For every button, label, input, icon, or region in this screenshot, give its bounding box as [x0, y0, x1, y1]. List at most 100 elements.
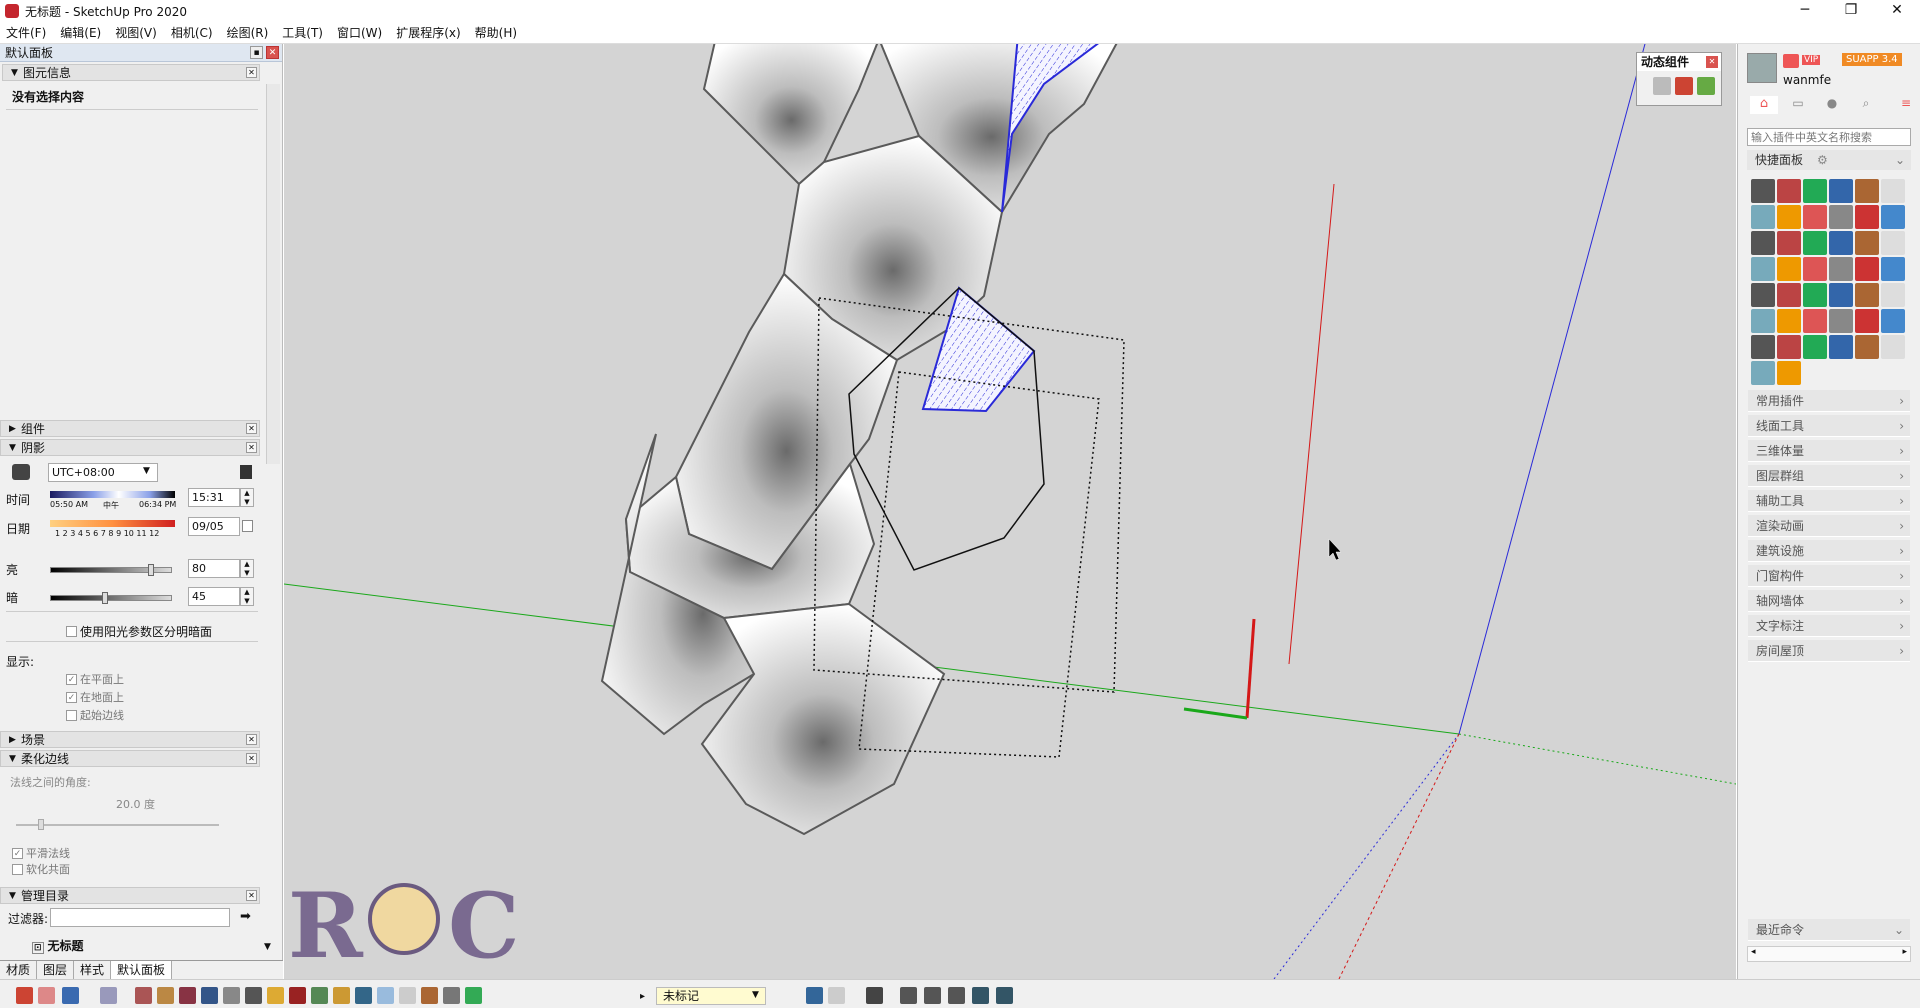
eraser-icon[interactable] [38, 987, 55, 1004]
section-close-icon[interactable]: ✕ [246, 753, 257, 764]
view-back-icon[interactable] [972, 987, 989, 1004]
components-header[interactable]: ▶ 组件 ✕ [0, 420, 260, 437]
dark-input[interactable]: 45 [188, 587, 240, 606]
category-grid-wall[interactable]: 轴网墙体 › [1748, 590, 1910, 612]
recent-commands-header[interactable]: 最近命令 ⌄ [1748, 919, 1910, 941]
menu-window[interactable]: 窗口(W) [337, 24, 382, 41]
view-left-icon[interactable] [996, 987, 1013, 1004]
sun-icon[interactable] [333, 987, 350, 1004]
dark-slider[interactable] [50, 595, 172, 601]
plugin-tool-icon[interactable] [1881, 283, 1905, 307]
menu-view[interactable]: 视图(V) [115, 24, 157, 41]
recent-scrollbar[interactable]: ◂ ▸ [1747, 946, 1911, 962]
section-close-icon[interactable]: ✕ [246, 67, 257, 78]
view-front-icon[interactable] [924, 987, 941, 1004]
plugin-tool-icon[interactable] [1751, 231, 1775, 255]
tape-measure-icon[interactable] [157, 987, 174, 1004]
component-options-icon[interactable] [1675, 77, 1693, 95]
tab-materials[interactable]: 材质 [0, 961, 38, 979]
tag-color-icon[interactable] [806, 987, 823, 1004]
select-tool-icon[interactable] [16, 987, 33, 1004]
smooth-normals-checkbox[interactable]: ✓ 平滑法线 [12, 845, 70, 861]
scroll-left-icon[interactable]: ◂ [1751, 947, 1756, 957]
time-input[interactable]: 15:31 [188, 488, 240, 507]
shadows-header[interactable]: ▼ 阴影 ✕ [0, 439, 260, 456]
pointer-icon[interactable] [377, 987, 394, 1004]
avatar[interactable] [1747, 53, 1777, 83]
menu-camera[interactable]: 相机(C) [171, 24, 213, 41]
dark-spinner[interactable]: ▲ ▼ [240, 587, 254, 606]
plugin-tool-icon[interactable] [1751, 335, 1775, 359]
plugin-tool-icon[interactable] [1829, 309, 1853, 333]
petal-tile[interactable] [700, 602, 946, 836]
message-icon[interactable] [1783, 54, 1799, 68]
plugin-tool-icon[interactable] [1855, 205, 1879, 229]
menu-file[interactable]: 文件(F) [6, 24, 46, 41]
plugin-tool-icon[interactable] [1855, 283, 1879, 307]
plugin-tool-icon[interactable] [1829, 231, 1853, 255]
plugin-tool-icon[interactable] [1829, 283, 1853, 307]
component-attributes-icon[interactable] [1697, 77, 1715, 95]
time-slider[interactable] [50, 491, 175, 498]
plugin-tool-icon[interactable] [1881, 231, 1905, 255]
light-slider-knob[interactable] [148, 564, 154, 576]
plugin-tool-icon[interactable] [1855, 335, 1879, 359]
plugin-tool-icon[interactable] [1803, 231, 1827, 255]
image-icon[interactable] [355, 987, 372, 1004]
outliner-icon[interactable] [223, 987, 240, 1004]
user-icon[interactable]: ● [1818, 96, 1846, 114]
plugin-tool-icon[interactable] [1751, 205, 1775, 229]
orbit-icon[interactable] [100, 987, 117, 1004]
details-arrow-icon[interactable]: ➡ [240, 909, 251, 924]
plugin-tool-icon[interactable] [1777, 205, 1801, 229]
on-ground-checkbox[interactable]: ✓ 在地面上 [66, 689, 124, 705]
plugin-tool-icon[interactable] [1881, 179, 1905, 203]
section-close-icon[interactable]: ✕ [246, 890, 257, 901]
tiled-geometry[interactable] [600, 44, 1119, 836]
on-faces-checkbox[interactable]: ✓ 在平面上 [66, 671, 124, 687]
tag-eraser-icon[interactable] [828, 987, 845, 1004]
home-icon[interactable]: ⌂ [1750, 96, 1778, 114]
shadow-toggle-icon[interactable] [12, 464, 30, 480]
plugin-tool-icon[interactable] [1751, 257, 1775, 281]
section-close-icon[interactable]: ✕ [246, 734, 257, 745]
plugin-tool-icon[interactable] [1777, 257, 1801, 281]
filter-input[interactable] [50, 908, 230, 927]
plugin-tool-icon[interactable] [1803, 257, 1827, 281]
use-sun-checkbox[interactable]: 使用阳光参数区分明暗面 [66, 623, 212, 640]
plugin-tool-icon[interactable] [1777, 179, 1801, 203]
section-close-icon[interactable]: ✕ [246, 423, 257, 434]
plugin-tool-icon[interactable] [1751, 309, 1775, 333]
view-top-icon[interactable] [900, 987, 917, 1004]
drawing-viewport[interactable]: R C [284, 44, 1736, 979]
plugin-tool-icon[interactable] [1829, 205, 1853, 229]
outliner-root-item[interactable]: ⊡ 无标题 [32, 937, 84, 954]
component-icon[interactable] [267, 987, 284, 1004]
pin-icon[interactable]: ▪ [250, 46, 263, 59]
plugin-tool-icon[interactable] [1855, 309, 1879, 333]
scene-icon[interactable] [311, 987, 328, 1004]
plugin-tool-icon[interactable] [1855, 257, 1879, 281]
plugin-tool-icon[interactable] [1777, 283, 1801, 307]
entity-scrollbar[interactable] [266, 84, 280, 464]
active-tag-select[interactable]: 未标记 [656, 987, 766, 1005]
category-common[interactable]: 常用插件 › [1748, 390, 1910, 412]
tag-icon[interactable] [421, 987, 438, 1004]
quick-panel-header[interactable]: 快捷面板 ⚙ ⌄ [1747, 150, 1911, 170]
toolbar-close-icon[interactable]: ✕ [1706, 56, 1718, 68]
entity-info-header[interactable]: ▼ 图元信息 ✕ [2, 64, 260, 81]
timezone-select[interactable]: UTC+08:00 [48, 463, 158, 482]
minimize-button[interactable]: ─ [1782, 0, 1828, 22]
soften-edges-header[interactable]: ▼ 柔化边线 ✕ [0, 750, 260, 767]
plugin-tool-icon[interactable] [1803, 205, 1827, 229]
category-room-roof[interactable]: 房间屋顶 › [1748, 640, 1910, 662]
category-aux-tools[interactable]: 辅助工具 › [1748, 490, 1910, 512]
shadow-settings-icon[interactable] [240, 465, 252, 479]
view-right-icon[interactable] [948, 987, 965, 1004]
outliner-header[interactable]: ▼ 管理目录 ✕ [0, 887, 260, 904]
plugin-tool-icon[interactable] [1881, 335, 1905, 359]
category-3d-volume[interactable]: 三维体量 › [1748, 440, 1910, 462]
tab-default-tray[interactable]: 默认面板 [111, 961, 173, 979]
pencil-icon[interactable] [135, 987, 152, 1004]
book-icon[interactable] [443, 987, 460, 1004]
